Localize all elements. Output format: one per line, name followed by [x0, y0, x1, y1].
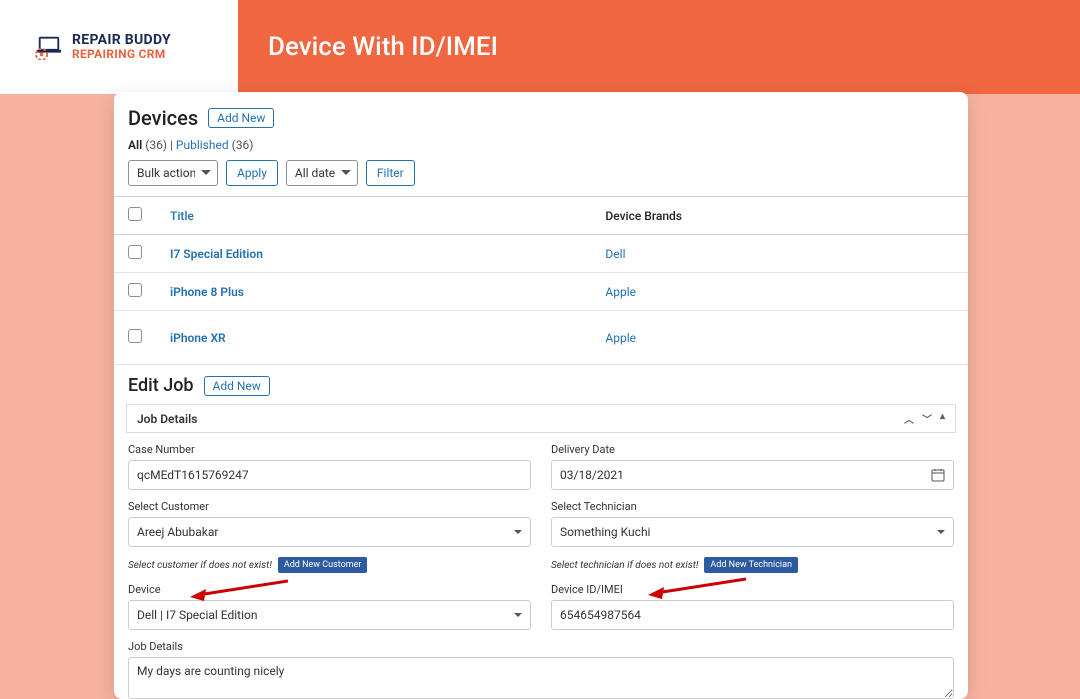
logo: REPAIR BUDDY REPAIRING CRM: [0, 33, 171, 60]
edit-job-heading-row: Edit Job Add New: [114, 364, 968, 404]
chevron-down-icon[interactable]: ﹀: [922, 411, 932, 426]
add-new-customer-button[interactable]: Add New Customer: [278, 557, 368, 573]
add-new-device-button[interactable]: Add New: [208, 108, 274, 128]
apply-button[interactable]: Apply: [226, 160, 278, 186]
case-number-input[interactable]: [128, 460, 531, 490]
logo-text-bottom: REPAIRING CRM: [72, 48, 171, 61]
delivery-date-label: Delivery Date: [551, 443, 954, 456]
main-panel: Devices Add New All (36) | Published (36…: [114, 92, 968, 699]
filter-all-link[interactable]: All (36): [128, 138, 167, 152]
logo-text-top: REPAIR BUDDY: [72, 33, 171, 48]
col-brands[interactable]: Device Brands: [591, 197, 968, 235]
delivery-date-input[interactable]: [551, 460, 954, 490]
device-title-link[interactable]: iPhone XR: [170, 331, 226, 345]
device-id-label: Device ID/IMEI: [551, 583, 954, 596]
device-brand-link[interactable]: Apple: [605, 331, 636, 345]
page-title: Device With ID/IMEI: [268, 32, 498, 62]
table-row: iPhone 8 Plus Apple: [114, 273, 968, 311]
device-title-link[interactable]: iPhone 8 Plus: [170, 285, 244, 299]
chevron-up-icon[interactable]: ︿: [904, 411, 914, 426]
add-new-technician-button[interactable]: Add New Technician: [704, 557, 798, 573]
devices-toolbar: Bulk actions Apply All dates Filter: [114, 160, 968, 196]
header-bar: Device With ID/IMEI: [238, 0, 1080, 94]
table-row: iPhone XR Apple: [114, 311, 968, 365]
col-title[interactable]: Title: [156, 197, 591, 235]
table-row: I7 Special Edition Dell: [114, 235, 968, 273]
devices-table: Title Device Brands I7 Special Edition D…: [114, 196, 968, 364]
select-customer-label: Select Customer: [128, 500, 531, 513]
job-form: Case Number Delivery Date Select Custome…: [114, 433, 968, 699]
row-checkbox[interactable]: [128, 245, 142, 259]
helper-technician-text: Select technician if does not exist!: [551, 560, 698, 571]
select-technician-label: Select Technician: [551, 500, 954, 513]
add-new-job-button[interactable]: Add New: [204, 376, 270, 396]
device-label: Device: [128, 583, 531, 596]
logo-area: REPAIR BUDDY REPAIRING CRM: [0, 0, 238, 94]
filter-published-link[interactable]: Published (36): [176, 138, 253, 152]
wrench-laptop-icon: [34, 34, 64, 60]
devices-heading: Devices: [128, 106, 198, 130]
job-details-panel-header: Job Details ︿ ﹀ ▴: [126, 404, 956, 433]
date-filter-select[interactable]: All dates: [286, 160, 358, 186]
job-details-label: Job Details: [128, 640, 954, 653]
row-checkbox[interactable]: [128, 329, 142, 343]
device-title-link[interactable]: I7 Special Edition: [170, 247, 263, 261]
row-checkbox[interactable]: [128, 283, 142, 297]
bulk-actions-select[interactable]: Bulk actions: [128, 160, 218, 186]
device-id-input[interactable]: [551, 600, 954, 630]
device-brand-link[interactable]: Apple: [605, 285, 636, 299]
select-all-checkbox[interactable]: [128, 207, 142, 221]
devices-heading-row: Devices Add New: [114, 106, 968, 136]
edit-job-heading: Edit Job: [128, 375, 194, 396]
job-details-header-label: Job Details: [137, 412, 197, 426]
helper-customer-text: Select customer if does not exist!: [128, 560, 272, 571]
job-details-textarea[interactable]: [128, 657, 954, 699]
filter-status-links: All (36) | Published (36): [114, 136, 968, 160]
caret-up-icon[interactable]: ▴: [940, 411, 945, 426]
device-brand-link[interactable]: Dell: [605, 247, 625, 261]
case-number-label: Case Number: [128, 443, 531, 456]
select-customer-input[interactable]: Areej Abubakar: [128, 517, 531, 547]
device-select[interactable]: Dell | I7 Special Edition: [128, 600, 531, 630]
select-technician-input[interactable]: Something Kuchi: [551, 517, 954, 547]
filter-button[interactable]: Filter: [366, 160, 415, 186]
